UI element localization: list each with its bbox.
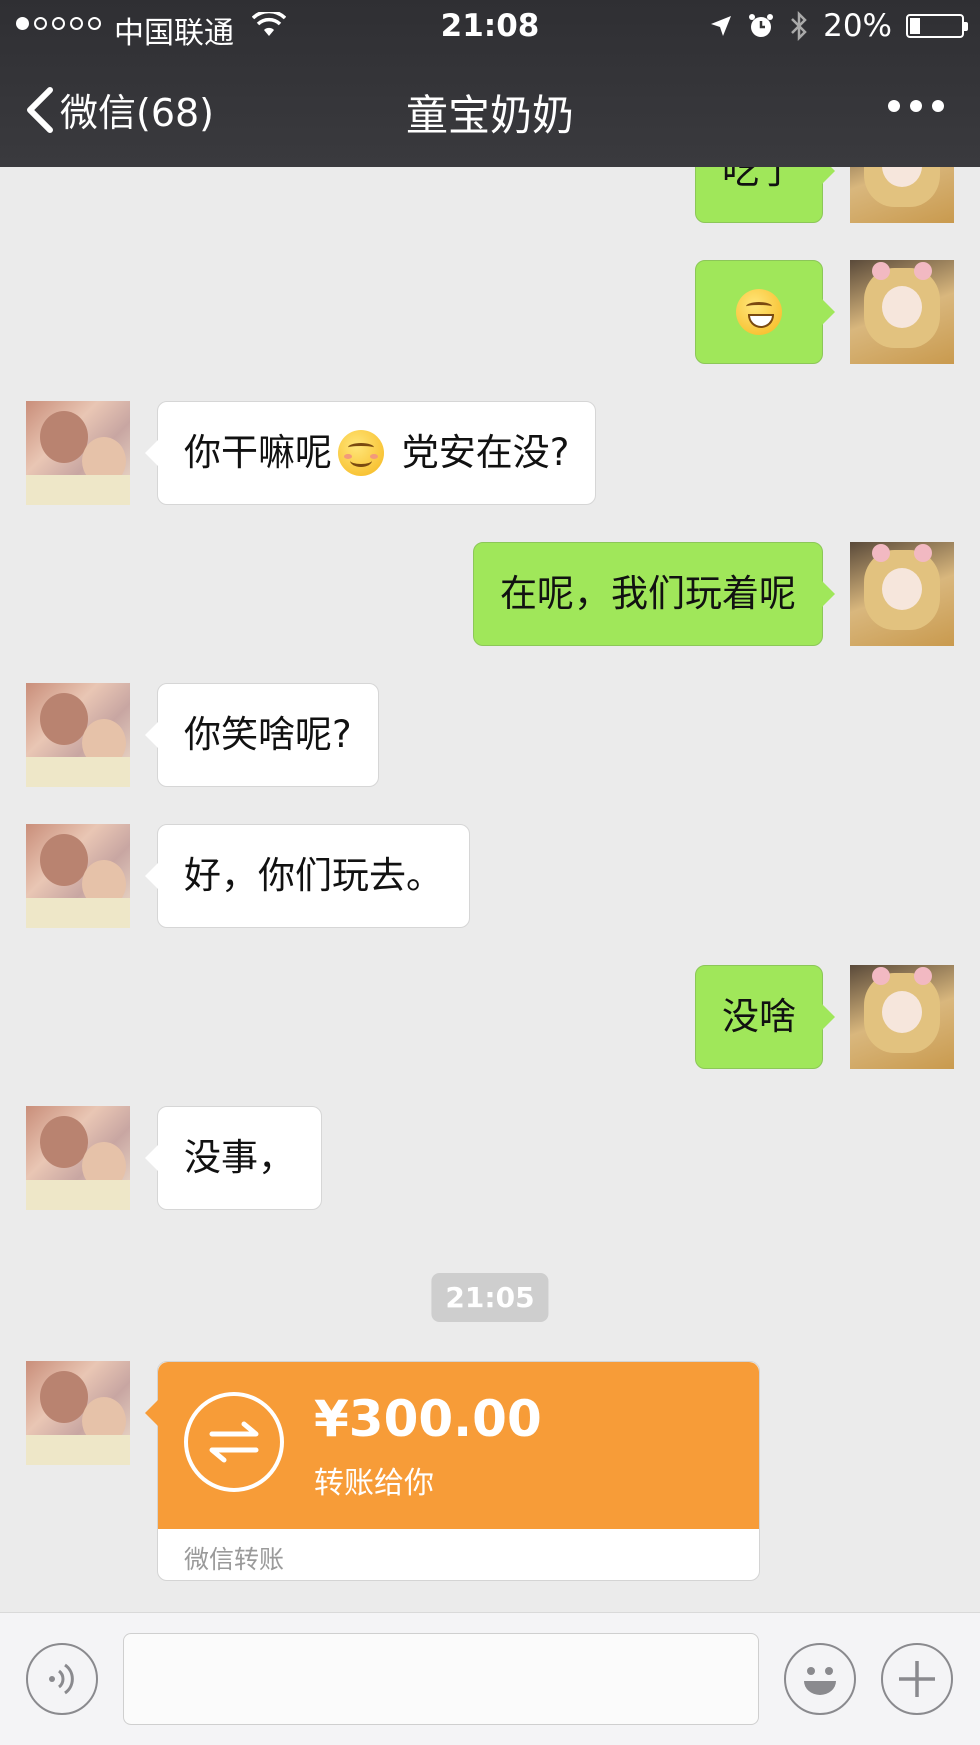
message-bubble[interactable]: 好，你们玩去。: [145, 824, 470, 928]
battery-percent: 20%: [823, 8, 892, 44]
battery-icon: [906, 14, 968, 38]
status-right-group: 20%: [709, 8, 968, 44]
bluetooth-icon: [791, 11, 807, 41]
message-text: 你干嘛呢: [184, 430, 332, 474]
transfer-card[interactable]: ¥300.00 转账给你 微信转账: [145, 1361, 760, 1581]
transfer-amount: ¥300.00: [314, 1390, 542, 1448]
voice-button[interactable]: [26, 1643, 98, 1715]
top-bar: 中国联通 21:08 20% 微信(68) 童宝奶奶: [0, 0, 980, 167]
chat-title: 童宝奶奶: [405, 91, 574, 140]
timestamp-badge: 21:05: [431, 1273, 549, 1322]
emoji-icon: [804, 1667, 836, 1695]
contact-avatar[interactable]: [26, 401, 130, 505]
chat-area[interactable]: 吃了 你干嘛呢 党安在没? 在呢，我们玩着呢 你笑啥呢? 好，你们玩去。 没啥: [0, 167, 980, 1612]
contact-avatar[interactable]: [26, 1106, 130, 1210]
contact-avatar[interactable]: [26, 824, 130, 928]
alarm-icon: [749, 14, 774, 37]
message-bubble[interactable]: 没啥: [695, 965, 835, 1069]
message-text: 吃了: [722, 167, 796, 192]
location-arrow-icon: [711, 16, 732, 36]
message-input[interactable]: [123, 1633, 759, 1725]
voice-icon: [49, 1663, 74, 1695]
status-bar: 中国联通 21:08 20%: [0, 0, 980, 54]
my-avatar[interactable]: [850, 965, 954, 1069]
message-text: 没啥: [722, 994, 796, 1038]
my-avatar[interactable]: [850, 542, 954, 646]
message-text: 党安在没?: [390, 430, 570, 474]
emoji-button[interactable]: [784, 1643, 856, 1715]
my-avatar[interactable]: [850, 260, 954, 364]
input-bar: [0, 1612, 980, 1745]
message-bubble[interactable]: [695, 260, 835, 364]
message-text: 好，你们玩去。: [184, 853, 443, 897]
my-avatar[interactable]: [850, 167, 954, 223]
smile-emoji-icon: [338, 430, 384, 476]
message-bubble[interactable]: 没事，: [145, 1106, 322, 1210]
message-bubble[interactable]: 你干嘛呢 党安在没?: [144, 401, 597, 505]
transfer-arrows-icon: [184, 1392, 284, 1492]
transfer-footer: 微信转账: [184, 1545, 285, 1574]
message-text: 没事，: [184, 1135, 295, 1179]
contact-avatar[interactable]: [26, 1361, 130, 1465]
transfer-card-header: ¥300.00 转账给你: [158, 1362, 759, 1529]
message-bubble[interactable]: 吃了: [695, 167, 835, 223]
message-bubble[interactable]: 你笑啥呢?: [145, 683, 379, 787]
message-text: 在呢，我们玩着呢: [500, 571, 796, 615]
plus-icon: [899, 1661, 935, 1697]
contact-avatar[interactable]: [26, 683, 130, 787]
transfer-description: 转账给你: [314, 1466, 434, 1501]
grin-emoji-icon: [736, 289, 782, 335]
add-button[interactable]: [881, 1643, 953, 1715]
message-text: 你笑啥呢?: [184, 712, 352, 756]
more-dots-icon[interactable]: [888, 100, 944, 112]
message-bubble[interactable]: 在呢，我们玩着呢: [473, 542, 835, 646]
